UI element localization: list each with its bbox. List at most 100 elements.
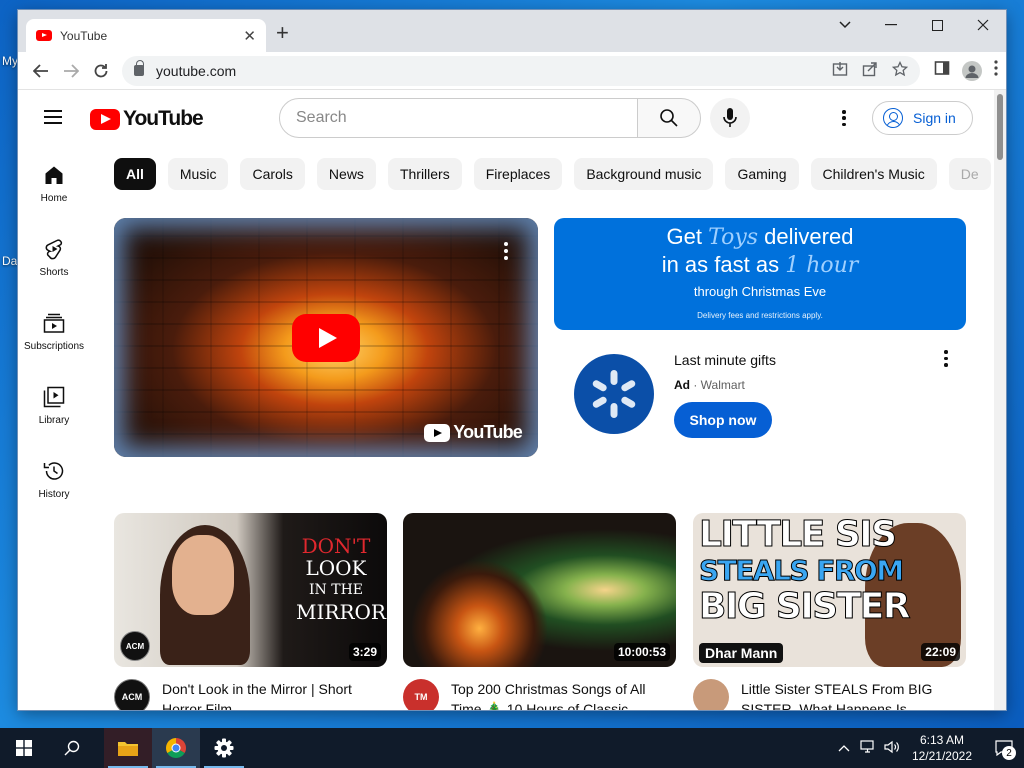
search-taskbar-button[interactable] [48,728,96,768]
desktop-icon-label[interactable]: My [2,54,18,68]
start-button[interactable] [0,728,48,768]
chip-more[interactable]: De [948,158,991,190]
chip-thrillers[interactable]: Thrillers [387,158,462,190]
tab-close-icon[interactable]: ✕ [243,27,256,45]
omnibox[interactable]: youtube.com [122,55,920,86]
video-title[interactable]: Don't Look in the Mirror | Short Horror … [162,679,387,710]
video-card[interactable]: LITTLE SIS STEALS FROM BIG SISTER Dhar M… [693,513,966,710]
search-input[interactable]: Search [279,98,639,138]
youtube-play-logo-icon [90,108,120,130]
sidebar-label: History [38,488,70,500]
chip-fireplaces[interactable]: Fireplaces [473,158,563,190]
search-icon [64,740,80,756]
settings-taskbar-button[interactable] [200,728,248,768]
search-icon [660,109,678,127]
chip-background-music[interactable]: Background music [574,158,714,190]
folder-icon [118,742,138,756]
sidebar-item-history[interactable]: History [18,442,90,516]
video-title[interactable]: Top 200 Christmas Songs of All Time 🎄 10… [451,679,676,710]
featured-video[interactable]: YouTube [114,218,538,457]
settings-more-icon[interactable] [834,108,854,128]
channel-watermark: Dhar Mann [699,643,784,663]
gear-icon [214,738,234,758]
action-center-button[interactable]: 2 [984,728,1024,768]
chrome-menu-icon[interactable] [994,60,998,81]
maximize-button[interactable] [914,10,960,40]
page-scrollbar[interactable] [994,90,1006,710]
lock-icon[interactable] [134,60,144,76]
chip-all[interactable]: All [114,158,156,190]
ad-title[interactable]: Last minute gifts [674,352,776,368]
video-card[interactable]: 10:00:53 TM Top 200 Christmas Songs of A… [403,513,676,710]
volume-icon[interactable] [884,740,900,757]
sidebar-item-shorts[interactable]: Shorts [18,220,90,294]
share-icon[interactable] [862,61,878,80]
video-card[interactable]: DON'T LOOK IN THE MIRROR ACM 3:29 ACM Do… [114,513,387,710]
chip-news[interactable]: News [316,158,376,190]
tab-strip: YouTube ✕ + [18,10,1006,52]
mini-guide: Home Shorts Subscriptions Library Histor… [18,146,90,516]
close-window-button[interactable] [960,10,1006,40]
chip-childrens-music[interactable]: Children's Music [810,158,937,190]
windows-logo-icon [16,740,32,756]
voice-search-button[interactable] [710,98,750,138]
chip-carols[interactable]: Carols [240,158,305,190]
guide-menu-icon[interactable] [44,110,62,124]
walmart-spark-icon[interactable] [574,354,654,434]
video-menu-icon[interactable] [504,242,508,260]
chrome-taskbar-button[interactable] [152,728,200,768]
sidebar-item-home[interactable]: Home [18,146,90,220]
clock-date: 12/21/2022 [911,749,972,763]
forward-button[interactable] [56,56,86,86]
play-button-icon[interactable] [292,314,360,362]
sidebar-label: Subscriptions [23,340,85,352]
chip-gaming[interactable]: Gaming [725,158,799,190]
ad-advertiser: Walmart [700,378,745,392]
chip-music[interactable]: Music [167,158,229,190]
bookmark-star-icon[interactable] [891,60,909,80]
sidebar-label: Home [40,192,68,204]
video-thumbnail[interactable]: 10:00:53 [403,513,676,667]
account-icon [883,108,903,128]
browser-window: YouTube ✕ + youtube.com YouTube Search S… [18,10,1006,710]
back-button[interactable] [26,56,56,86]
home-icon [42,163,66,187]
side-panel-icon[interactable] [934,60,950,81]
video-thumbnail[interactable]: DON'T LOOK IN THE MIRROR ACM 3:29 [114,513,387,667]
tab-search-chevron-icon[interactable] [822,10,868,40]
ad-tag: Ad [674,378,690,392]
chevron-up-icon[interactable] [838,741,850,755]
sidebar-item-subscriptions[interactable]: Subscriptions [18,294,90,368]
youtube-watermark: YouTube [424,422,523,443]
desktop-icon-label[interactable]: Da [2,254,17,268]
youtube-logo[interactable]: YouTube [90,107,204,131]
thumbnail-text: DON'T LOOK IN THE MIRROR [296,534,386,624]
file-explorer-taskbar-button[interactable] [104,728,152,768]
microphone-icon [723,108,737,127]
video-title[interactable]: Little Sister STEALS From BIG SISTER, Wh… [741,679,966,710]
ad-banner[interactable]: Get Toys delivered in as fast as 1 hour … [554,218,966,330]
channel-avatar[interactable] [693,679,729,710]
notification-count: 2 [1002,746,1016,760]
reload-button[interactable] [86,56,116,86]
youtube-header: YouTube Search Sign in [18,90,1006,146]
minimize-button[interactable] [868,10,914,40]
network-icon[interactable] [860,739,876,757]
video-thumbnail[interactable]: LITTLE SIS STEALS FROM BIG SISTER Dhar M… [693,513,966,667]
shop-now-button[interactable]: Shop now [674,402,772,438]
install-app-icon[interactable] [832,61,848,80]
scrollbar-thumb[interactable] [997,94,1003,160]
sidebar-item-library[interactable]: Library [18,368,90,442]
clock[interactable]: 6:13 AM 12/21/2022 [912,732,972,764]
new-tab-button[interactable]: + [276,22,289,44]
channel-avatar[interactable]: TM [403,679,439,710]
sign-in-button[interactable]: Sign in [872,101,973,135]
thumbnail-text: LITTLE SIS STEALS FROM BIG SISTER [698,514,911,627]
ad-menu-icon[interactable] [944,350,948,367]
taskbar: 6:13 AM 12/21/2022 2 [0,728,1024,768]
youtube-favicon-icon [36,30,52,41]
search-button[interactable] [637,98,701,138]
browser-tab[interactable]: YouTube ✕ [26,19,266,52]
channel-avatar[interactable]: ACM [114,679,150,710]
profile-avatar-icon[interactable] [962,60,982,81]
